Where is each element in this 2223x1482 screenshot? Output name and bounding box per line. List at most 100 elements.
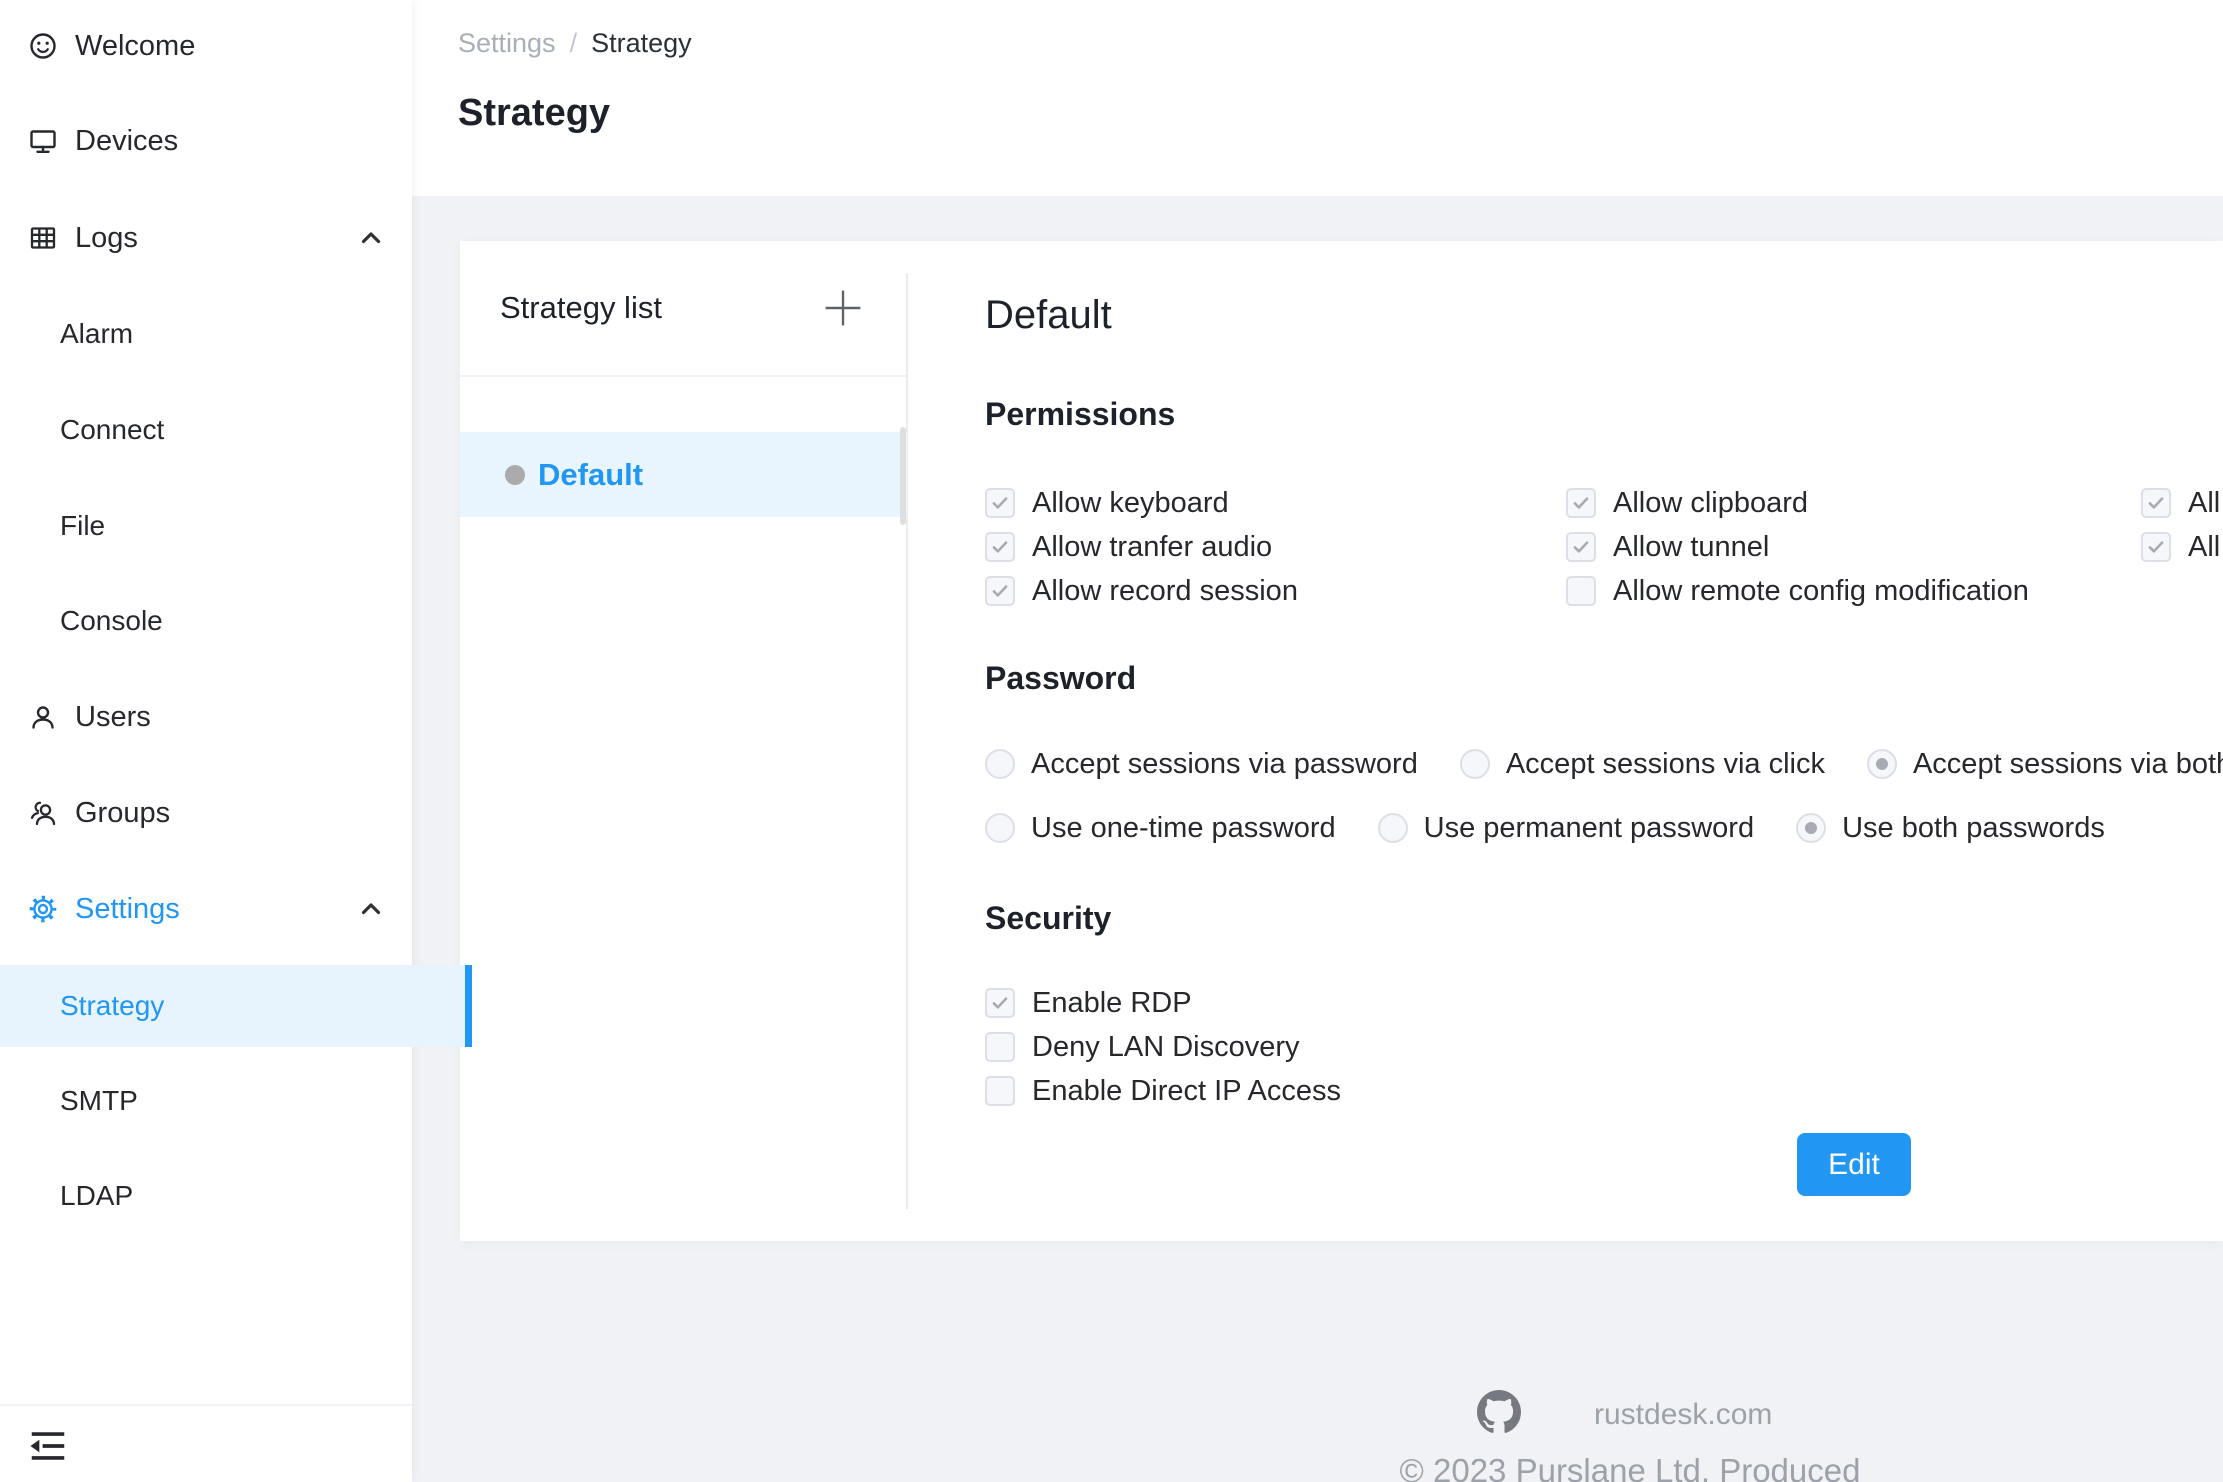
sidebar-item-users[interactable]: Users [0,676,412,758]
sidebar-item-label: Console [60,605,163,637]
breadcrumb-settings[interactable]: Settings [458,28,556,59]
strategy-detail-title: Default [985,293,1112,338]
radio-icon[interactable] [1378,813,1408,843]
sidebar-item-console[interactable]: Console [0,580,472,662]
checkbox-enable-direct-ip-access[interactable]: Enable Direct IP Access [985,1069,1341,1113]
sidebar-item-label: SMTP [60,1085,138,1117]
checkbox-icon[interactable] [2141,488,2171,518]
checkbox-icon[interactable] [985,532,1015,562]
sidebar-item-label: Connect [60,414,164,446]
sidebar-item-label: File [60,510,105,542]
checkbox-icon[interactable] [985,488,1015,518]
radio-accept-via-both[interactable]: Accept sessions via both [1867,748,2223,781]
column-divider [906,273,908,1209]
checkbox-icon[interactable] [985,1032,1015,1062]
radio-label: Accept sessions via click [1506,748,1825,781]
checkbox-icon[interactable] [1566,488,1596,518]
github-icon[interactable] [1477,1390,1521,1434]
checkbox-icon[interactable] [985,988,1015,1018]
password-accept-options: Accept sessions via password Accept sess… [985,742,2223,786]
sidebar-item-logs[interactable]: Logs [0,197,412,279]
sidebar-item-label: Logs [75,222,138,255]
plus-icon [821,286,865,330]
sidebar-item-label: Strategy [60,990,164,1022]
checkbox-allow-clipboard[interactable]: Allow clipboard [1566,481,2029,525]
checkbox-label: Allow remote config modification [1613,575,2029,608]
radio-accept-via-click[interactable]: Accept sessions via click [1460,748,1825,781]
permissions-column-1: Allow keyboard Allow tranfer audio Allow… [985,481,1298,613]
checkbox-label: Allow tunnel [1613,531,1769,564]
checkbox-label: Allow record session [1032,575,1298,608]
sidebar-item-smtp[interactable]: SMTP [0,1060,472,1142]
strategy-list-header: Strategy list [460,241,907,377]
collapse-sidebar-icon[interactable] [22,1420,74,1472]
sidebar-item-groups[interactable]: Groups [0,772,412,854]
monitor-icon [28,126,58,156]
security-heading: Security [985,900,1111,937]
radio-icon[interactable] [985,813,1015,843]
scrollbar-thumb[interactable] [900,427,906,525]
radio-icon[interactable] [1460,749,1490,779]
chevron-up-icon[interactable] [356,223,386,253]
strategy-card: Strategy list Default Default Permission… [460,241,2223,1241]
checkbox-label: Allow tranfer audio [1032,531,1272,564]
checkbox-enable-rdp[interactable]: Enable RDP [985,981,1341,1025]
radio-accept-via-password[interactable]: Accept sessions via password [985,748,1418,781]
sidebar-item-alarm[interactable]: Alarm [0,293,472,375]
sidebar-item-devices[interactable]: Devices [0,100,412,182]
checkbox-icon[interactable] [1566,532,1596,562]
add-strategy-button[interactable] [819,284,867,332]
sidebar-item-label: Groups [75,797,170,830]
sidebar-item-label: Alarm [60,318,133,350]
sidebar-item-connect[interactable]: Connect [0,389,472,471]
checkbox-allow-keyboard[interactable]: Allow keyboard [985,481,1298,525]
radio-one-time-password[interactable]: Use one-time password [985,812,1336,845]
checkbox-allow-truncated-2[interactable]: All [2141,525,2220,569]
checkbox-allow-tunnel[interactable]: Allow tunnel [1566,525,2029,569]
sidebar-item-label: Devices [75,125,178,158]
sidebar-item-label: LDAP [60,1180,133,1212]
radio-permanent-password[interactable]: Use permanent password [1378,812,1754,845]
radio-label: Use permanent password [1424,812,1754,845]
sidebar-item-ldap[interactable]: LDAP [0,1155,472,1237]
password-heading: Password [985,660,1136,697]
sidebar-item-file[interactable]: File [0,485,472,567]
radio-icon[interactable] [1796,813,1826,843]
sidebar-item-strategy[interactable]: Strategy [0,965,472,1047]
page-title: Strategy [458,92,610,135]
checkbox-icon[interactable] [2141,532,2171,562]
checkbox-label: Enable Direct IP Access [1032,1075,1341,1108]
radio-icon[interactable] [985,749,1015,779]
status-dot [505,465,525,485]
user-icon [28,702,58,732]
users-group-icon [28,798,58,828]
checkbox-label: Allow keyboard [1032,487,1229,520]
sidebar-item-label: Settings [75,893,180,926]
checkbox-label: Enable RDP [1032,987,1192,1020]
chevron-up-icon[interactable] [356,894,386,924]
footer-site-link[interactable]: rustdesk.com [1594,1398,1772,1432]
checkbox-icon[interactable] [1566,576,1596,606]
breadcrumb-separator: / [570,28,578,59]
radio-both-passwords[interactable]: Use both passwords [1796,812,2105,845]
checkbox-label: Deny LAN Discovery [1032,1031,1300,1064]
checkbox-icon[interactable] [985,576,1015,606]
radio-icon[interactable] [1867,749,1897,779]
radio-label: Use both passwords [1842,812,2105,845]
sidebar-item-welcome[interactable]: Welcome [0,5,412,87]
checkbox-allow-truncated-1[interactable]: All [2141,481,2220,525]
checkbox-allow-record-session[interactable]: Allow record session [985,569,1298,613]
checkbox-allow-remote-config-modification[interactable]: Allow remote config modification [1566,569,2029,613]
checkbox-icon[interactable] [985,1076,1015,1106]
radio-label: Accept sessions via both [1913,748,2223,781]
permissions-column-3: All All [2141,481,2220,569]
checkbox-allow-tranfer-audio[interactable]: Allow tranfer audio [985,525,1298,569]
sidebar-divider [0,1404,412,1406]
checkbox-label: All [2188,531,2220,564]
grid-icon [28,223,58,253]
edit-button[interactable]: Edit [1797,1133,1911,1196]
checkbox-deny-lan-discovery[interactable]: Deny LAN Discovery [985,1025,1341,1069]
radio-label: Use one-time password [1031,812,1336,845]
strategy-list-item-default[interactable]: Default [460,432,907,517]
sidebar-item-settings[interactable]: Settings [0,868,412,950]
